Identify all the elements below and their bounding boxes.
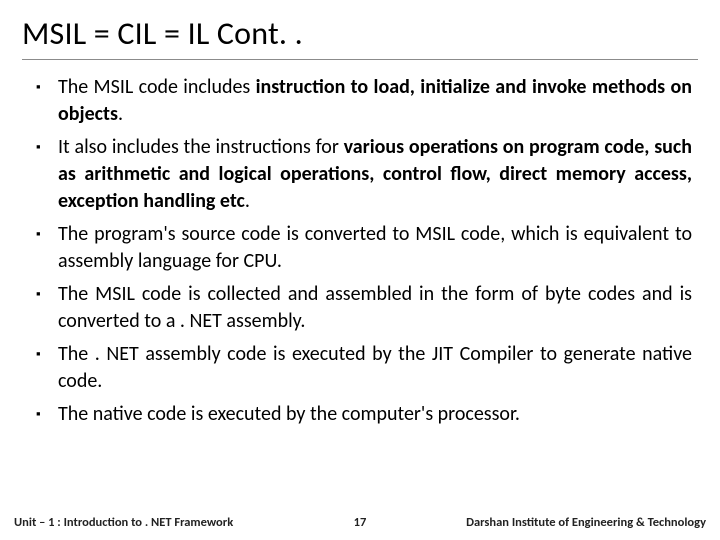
- footer: Unit – 1 : Introduction to . NET Framewo…: [0, 515, 720, 540]
- text-segment: The . NET assembly code is executed by t…: [58, 342, 692, 393]
- text-segment: .: [245, 189, 250, 213]
- footer-right: Darshan Institute of Engineering & Techn…: [466, 515, 706, 530]
- text-segment: The MSIL code is collected and assembled…: [58, 282, 692, 333]
- bullet-icon: ▪: [36, 341, 58, 368]
- slide: MSIL = CIL = IL Cont. . ▪ The MSIL code …: [0, 0, 720, 540]
- bullet-icon: ▪: [36, 134, 58, 161]
- list-item: ▪ The MSIL code includes instruction to …: [36, 74, 692, 128]
- text-segment: .: [118, 102, 123, 126]
- bullet-text: The MSIL code is collected and assembled…: [58, 281, 692, 335]
- text-segment: The program's source code is converted t…: [58, 222, 692, 273]
- bullet-text: The program's source code is converted t…: [58, 221, 692, 275]
- bullet-icon: ▪: [36, 74, 58, 101]
- bullet-text: It also includes the instructions for va…: [58, 134, 692, 215]
- bullet-icon: ▪: [36, 221, 58, 248]
- bullet-icon: ▪: [36, 281, 58, 308]
- slide-title: MSIL = CIL = IL Cont. .: [22, 14, 698, 60]
- bullet-text: The MSIL code includes instruction to lo…: [58, 74, 692, 128]
- text-segment: The native code is executed by the compu…: [58, 402, 520, 426]
- bullet-text: The native code is executed by the compu…: [58, 401, 692, 428]
- list-item: ▪ The program's source code is converted…: [36, 221, 692, 275]
- page-number: 17: [354, 515, 367, 530]
- list-item: ▪ The MSIL code is collected and assembl…: [36, 281, 692, 335]
- list-item: ▪ The . NET assembly code is executed by…: [36, 341, 692, 395]
- list-item: ▪ The native code is executed by the com…: [36, 401, 692, 428]
- list-item: ▪ It also includes the instructions for …: [36, 134, 692, 215]
- text-segment: It also includes the instructions for: [58, 135, 344, 159]
- bullet-text: The . NET assembly code is executed by t…: [58, 341, 692, 395]
- bullet-icon: ▪: [36, 401, 58, 428]
- bullet-list: ▪ The MSIL code includes instruction to …: [22, 74, 698, 428]
- footer-left: Unit – 1 : Introduction to . NET Framewo…: [14, 515, 233, 530]
- text-segment: The MSIL code includes: [58, 75, 256, 99]
